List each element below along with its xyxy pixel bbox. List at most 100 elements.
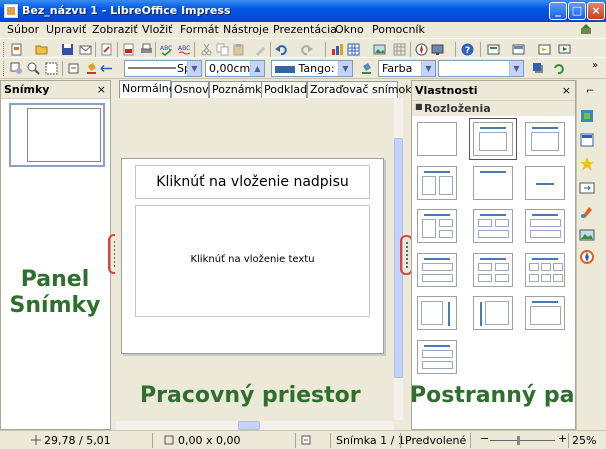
spin-arrow-icon[interactable]: ▲ bbox=[250, 61, 264, 76]
layout-title-2content-content[interactable] bbox=[473, 209, 513, 243]
slideshow-icon[interactable] bbox=[558, 43, 571, 56]
image-icon[interactable] bbox=[373, 43, 386, 56]
paint-bucket-icon[interactable] bbox=[85, 62, 98, 75]
layout-title-content[interactable] bbox=[469, 118, 517, 160]
master-pages-icon[interactable] bbox=[579, 132, 595, 148]
zoom-slider-thumb[interactable] bbox=[517, 436, 520, 445]
autospellcheck-icon[interactable]: ABC bbox=[178, 43, 191, 56]
tab-notes[interactable]: Poznámky bbox=[209, 81, 268, 98]
open-folder-icon[interactable] bbox=[35, 43, 48, 56]
layout-title-4content[interactable] bbox=[473, 253, 513, 287]
navigator-icon[interactable] bbox=[415, 43, 428, 56]
area-style-select[interactable]: Farba ▼ bbox=[378, 60, 436, 77]
menu-window[interactable]: Okno bbox=[335, 23, 364, 36]
new-document-icon[interactable] bbox=[10, 43, 23, 56]
menu-view[interactable]: Zobraziť bbox=[92, 23, 138, 36]
position-size-icon[interactable] bbox=[67, 62, 80, 75]
layout-title-content-2col[interactable] bbox=[417, 209, 457, 243]
minimize-button[interactable]: _ bbox=[549, 2, 567, 20]
edit-file-icon[interactable] bbox=[100, 43, 113, 56]
slide-transition-icon[interactable] bbox=[579, 180, 595, 196]
zoom-out-button[interactable]: − bbox=[480, 432, 489, 445]
export-pdf-icon[interactable] bbox=[122, 43, 135, 56]
paste-icon[interactable] bbox=[232, 43, 245, 56]
document-modified-icon[interactable] bbox=[300, 434, 312, 446]
layout-vertical-text[interactable] bbox=[473, 296, 513, 330]
tab-handouts[interactable]: Podklady bbox=[261, 81, 314, 98]
close-button[interactable]: × bbox=[587, 2, 605, 20]
menu-format[interactable]: Formát bbox=[180, 23, 219, 36]
update-icon[interactable] bbox=[580, 24, 592, 35]
menu-slideshow[interactable]: Prezentácia bbox=[273, 23, 337, 36]
animation-deck-icon[interactable] bbox=[579, 156, 595, 172]
rotate-icon[interactable] bbox=[552, 62, 565, 75]
layout-blank[interactable] bbox=[417, 122, 457, 156]
layout-title-vertical-text[interactable] bbox=[525, 296, 565, 330]
table-icon[interactable] bbox=[347, 43, 360, 56]
properties-deck-icon[interactable] bbox=[579, 108, 595, 124]
arrow-style-icon[interactable] bbox=[100, 62, 113, 75]
menu-insert[interactable]: Vložiť bbox=[142, 23, 172, 36]
select-objects-icon[interactable] bbox=[45, 62, 58, 75]
styles-deck-icon[interactable] bbox=[579, 204, 595, 220]
menu-help[interactable]: Pomocník bbox=[372, 23, 425, 36]
zoom-object-icon[interactable] bbox=[27, 62, 40, 75]
print-icon[interactable] bbox=[140, 43, 153, 56]
chart-icon[interactable] bbox=[331, 43, 344, 56]
zoom-in-button[interactable]: + bbox=[558, 432, 567, 445]
menu-edit[interactable]: Upraviť bbox=[46, 23, 86, 36]
spellcheck-icon[interactable]: ABC bbox=[160, 43, 173, 56]
sidebar-menu-icon[interactable]: ⌐ bbox=[586, 86, 594, 97]
undo-icon[interactable] bbox=[275, 43, 288, 56]
dropdown-arrow-icon[interactable]: ▼ bbox=[187, 61, 201, 76]
tab-normal[interactable]: Normálne bbox=[119, 80, 176, 99]
close-icon[interactable]: × bbox=[562, 81, 571, 100]
dropdown-arrow-icon[interactable]: ▼ bbox=[509, 61, 523, 76]
maximize-button[interactable]: □ bbox=[568, 2, 586, 20]
navigator-deck-icon[interactable] bbox=[579, 249, 595, 265]
slide-layout-icon[interactable] bbox=[487, 43, 500, 56]
layout-title-content-2[interactable] bbox=[525, 122, 565, 156]
tab-slide-sorter[interactable]: Zoraďovač snímok bbox=[307, 81, 412, 98]
close-icon[interactable]: × bbox=[97, 81, 106, 98]
toolbar-grip[interactable] bbox=[3, 42, 6, 57]
zoom-level[interactable]: 25% bbox=[572, 434, 596, 447]
help-icon[interactable]: ? bbox=[461, 43, 474, 56]
layout-title-only[interactable] bbox=[473, 166, 513, 200]
dropdown-arrow-icon[interactable]: ▼ bbox=[421, 61, 435, 76]
layouts-section-header[interactable]: ■ Rozloženia bbox=[412, 101, 575, 116]
layout-title-6content[interactable] bbox=[525, 253, 565, 287]
section-collapse-icon[interactable]: ■ bbox=[415, 102, 423, 111]
toolbar-grip[interactable] bbox=[3, 61, 6, 76]
text-placeholder[interactable]: Kliknúť na vloženie textu bbox=[135, 205, 370, 317]
save-icon[interactable] bbox=[61, 43, 74, 56]
layout-title-2content-over[interactable] bbox=[417, 253, 457, 287]
display-icon[interactable] bbox=[431, 43, 444, 56]
cut-icon[interactable] bbox=[200, 43, 213, 56]
layout-vertical-title-text[interactable] bbox=[417, 296, 457, 330]
layout-centered-text[interactable] bbox=[525, 166, 565, 200]
line-width-field[interactable]: 0,00cm ▲ bbox=[205, 60, 265, 77]
slide-thumbnail[interactable] bbox=[9, 103, 105, 167]
dropdown-arrow-icon[interactable]: ▼ bbox=[338, 61, 352, 76]
animation-icon[interactable] bbox=[538, 43, 551, 56]
grid-icon[interactable] bbox=[393, 43, 406, 56]
scrollbar-thumb[interactable] bbox=[238, 421, 260, 430]
tab-outline[interactable]: Osnova bbox=[171, 81, 215, 98]
area-fill-select[interactable]: ▼ bbox=[438, 60, 524, 77]
master-page-name[interactable]: Predvolené bbox=[405, 434, 466, 447]
email-icon[interactable] bbox=[79, 43, 92, 56]
object-align-icon[interactable] bbox=[10, 62, 23, 75]
layout-title-two-content[interactable] bbox=[417, 166, 457, 200]
area-style-icon[interactable] bbox=[360, 62, 373, 75]
toolbar-overflow-icon[interactable]: » bbox=[592, 60, 598, 71]
slide-design-icon[interactable] bbox=[512, 43, 525, 56]
gallery-deck-icon[interactable] bbox=[579, 227, 595, 243]
zoom-slider-track[interactable] bbox=[490, 440, 555, 441]
menu-tools[interactable]: Nástroje bbox=[223, 23, 269, 36]
line-color-select[interactable]: Tango: ne ▼ bbox=[271, 60, 353, 77]
horizontal-scrollbar[interactable] bbox=[116, 421, 394, 430]
clone-formatting-icon[interactable] bbox=[254, 43, 267, 56]
shadow-icon[interactable] bbox=[532, 62, 545, 75]
line-style-select[interactable]: Sp ▼ bbox=[124, 60, 202, 77]
